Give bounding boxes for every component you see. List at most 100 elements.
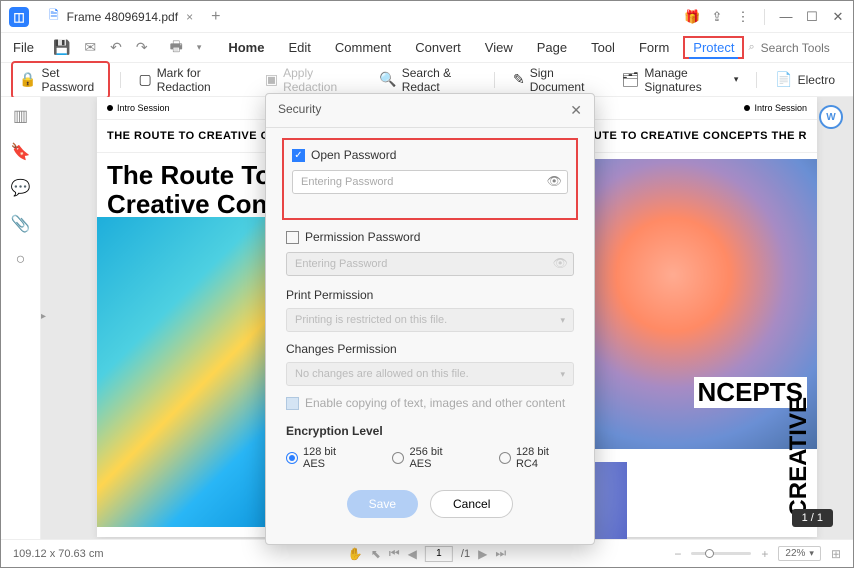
menu-protect-highlight: Protect	[683, 36, 744, 59]
open-password-label: Open Password	[311, 148, 396, 162]
print-dropdown-icon[interactable]: ▾	[192, 40, 207, 55]
tab-filename: Frame 48096914.pdf	[67, 10, 178, 24]
separator	[494, 72, 495, 88]
page-total: /1	[461, 548, 470, 560]
dialog-titlebar: Security ✕	[266, 94, 594, 128]
select-tool-icon[interactable]: ⬉	[371, 547, 381, 561]
manage-signatures-button[interactable]: 🗂 Manage Signatures ▾	[614, 62, 747, 98]
electronic-button[interactable]: 📄 Electro	[767, 67, 843, 92]
undo-icon[interactable]: ↶	[105, 37, 127, 58]
permission-password-checkbox[interactable]	[286, 231, 299, 244]
kebab-menu-icon[interactable]: ⋮	[736, 9, 750, 25]
new-tab-button[interactable]: +	[211, 8, 220, 26]
ai-assistant-badge[interactable]: W	[819, 105, 843, 129]
open-password-checkbox[interactable]: ✓	[292, 149, 305, 162]
chevron-down-icon: ▾	[734, 74, 739, 85]
maximize-button[interactable]: ☐	[805, 9, 819, 25]
changes-permission-select: No changes are allowed on this file. ▾	[286, 362, 574, 386]
zoom-out-icon[interactable]: −	[674, 547, 681, 561]
search-tools-input[interactable]	[761, 41, 851, 55]
lock-icon: 🔒	[19, 71, 36, 88]
menu-protect[interactable]: Protect	[689, 38, 738, 59]
open-password-input[interactable]: Entering Password	[292, 170, 568, 194]
set-password-button[interactable]: Set Password	[41, 66, 101, 94]
save-button[interactable]: Save	[347, 490, 418, 518]
mail-icon[interactable]: ✉	[79, 37, 101, 58]
set-password-highlight: 🔒 Set Password	[11, 61, 110, 99]
mark-redaction-button[interactable]: ▢ Mark for Redaction	[130, 62, 248, 98]
left-sidebar: ▥ 🔖 💬 📎 ○	[1, 97, 41, 539]
app-icon: ◫	[9, 7, 29, 27]
search-redact-icon: 🔍	[379, 71, 396, 88]
menu-page[interactable]: Page	[527, 36, 577, 59]
sidebar-collapse-icon[interactable]: ▸	[41, 311, 46, 322]
chevron-down-icon: ▾	[560, 369, 565, 380]
last-page-icon[interactable]: ⏭	[495, 546, 506, 561]
fit-page-icon[interactable]: ⊞	[831, 547, 841, 561]
permission-password-input: Entering Password	[286, 252, 574, 276]
separator	[764, 9, 765, 25]
encryption-level-label: Encryption Level	[286, 424, 574, 438]
menu-convert[interactable]: Convert	[405, 36, 471, 59]
dialog-close-icon[interactable]: ✕	[570, 102, 582, 119]
menu-comment[interactable]: Comment	[325, 36, 401, 59]
minimize-button[interactable]: —	[779, 9, 793, 24]
first-page-icon[interactable]: ⏮	[389, 546, 400, 561]
zoom-slider[interactable]	[691, 552, 751, 555]
electronic-icon: 📄	[775, 71, 792, 88]
sign-icon: ✎	[513, 71, 525, 88]
thumbnails-icon[interactable]: ▥	[12, 107, 30, 125]
radio-icon	[286, 452, 298, 464]
bookmarks-icon[interactable]: 🔖	[12, 143, 30, 161]
close-tab-icon[interactable]: ×	[186, 10, 193, 24]
permission-password-label: Permission Password	[305, 230, 420, 244]
document-tab[interactable]: 🗎 Frame 48096914.pdf ×	[39, 2, 203, 31]
menu-form[interactable]: Form	[629, 36, 679, 59]
search-panel-icon[interactable]: ○	[12, 251, 30, 269]
radio-128-aes[interactable]: 128 bit AES	[286, 446, 360, 470]
menu-edit[interactable]: Edit	[278, 36, 320, 59]
zoom-thumb[interactable]	[705, 549, 714, 558]
radio-128-rc4[interactable]: 128 bit RC4	[499, 446, 574, 470]
share-icon[interactable]: ⇪	[710, 9, 724, 25]
hand-tool-icon[interactable]: ✋	[348, 547, 363, 561]
protect-toolbar: 🔒 Set Password ▢ Mark for Redaction ▣ Ap…	[1, 63, 853, 97]
doc-session-right: Intro Session	[744, 103, 807, 113]
radio-256-aes[interactable]: 256 bit AES	[392, 446, 466, 470]
attachments-icon[interactable]: 📎	[12, 215, 30, 233]
cancel-button[interactable]: Cancel	[430, 490, 513, 518]
gift-icon[interactable]: 🎁	[684, 9, 698, 25]
security-dialog: Security ✕ ✓ Open Password Entering Pass…	[265, 93, 595, 545]
menu-view[interactable]: View	[475, 36, 523, 59]
comments-icon[interactable]: 💬	[12, 179, 30, 197]
close-window-button[interactable]: ✕	[831, 9, 845, 25]
menu-home[interactable]: Home	[218, 36, 274, 59]
page-dimensions: 109.12 x 70.63 cm	[13, 548, 104, 560]
zoom-in-icon[interactable]: +	[761, 547, 768, 561]
menu-file[interactable]: File	[11, 36, 44, 59]
print-permission-select: Printing is restricted on this file. ▾	[286, 308, 574, 332]
page-indicator-badge: 1 / 1	[792, 509, 833, 527]
radio-icon	[392, 452, 404, 464]
show-password-icon: 👁	[553, 256, 568, 270]
search-icon: ⌕	[748, 41, 754, 54]
redo-icon[interactable]: ↷	[131, 37, 153, 58]
next-page-icon[interactable]: ▶	[478, 547, 487, 561]
chevron-down-icon: ▾	[560, 315, 565, 326]
zoom-level-select[interactable]: 22% ▾	[778, 546, 821, 561]
print-icon[interactable]: 🖶	[165, 34, 188, 62]
prev-page-icon[interactable]: ◀	[408, 547, 417, 561]
save-icon[interactable]: 💾	[48, 37, 75, 58]
chevron-down-icon: ▾	[809, 548, 814, 559]
search-tools-area: ⌕ ⧉ ☁ ^	[748, 37, 854, 58]
menu-tool[interactable]: Tool	[581, 36, 625, 59]
title-bar: ◫ 🗎 Frame 48096914.pdf × + 🎁 ⇪ ⋮ — ☐ ✕	[1, 1, 853, 33]
page-number-input[interactable]	[425, 546, 453, 562]
show-password-icon[interactable]: 👁	[547, 174, 562, 188]
redaction-apply-icon: ▣	[265, 71, 278, 88]
separator	[756, 72, 757, 88]
signatures-icon: 🗂	[622, 71, 640, 88]
menu-bar: File 💾 ✉ ↶ ↷ 🖶 ▾ Home Edit Comment Conve…	[1, 33, 853, 63]
dialog-title: Security	[278, 102, 321, 119]
open-password-highlight: ✓ Open Password Entering Password 👁	[282, 138, 578, 220]
